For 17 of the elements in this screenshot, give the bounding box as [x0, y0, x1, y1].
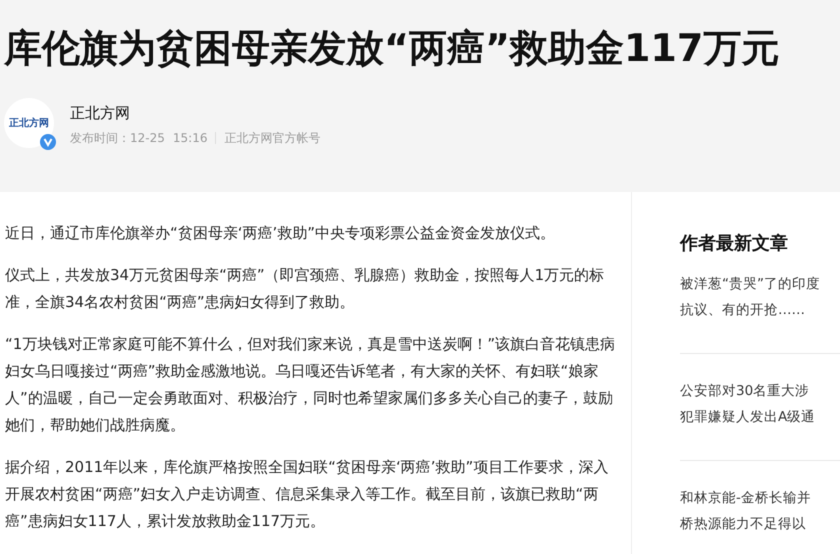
article-link-line[interactable]: 被洋葱“贵哭”了的印度: [680, 271, 820, 297]
article-link-line[interactable]: 公安部对30名重大涉: [680, 378, 810, 404]
logo-text: 正北方网: [9, 116, 49, 130]
article-link-line[interactable]: 抗议、有的开抢……: [680, 297, 805, 323]
article-paragraph: “1万块钱对正常家庭可能不算什么，但对我们家来说，真是雪中送炭啊！”该旗白音花镇患病妇女乌日嘎接过“两癌”救助金感激地说。乌日嘎还告诉笔者，有大家的关怀、有妇联“娘家人”的温暖，自己一定会勇敢面对、积极治疗，同时也希望家属们多多关心自己的妻子，鼓励她们，帮助她们战胜病魔。: [5, 334, 616, 436]
article-paragraph: 近日，通辽市库伦旗举办“贫困母亲‘两癌’救助”中央专项彩票公益金资金发放仪式。: [5, 223, 556, 244]
author-name[interactable]: 正北方网: [70, 102, 320, 124]
article-paragraph: 据介绍，2011年以来，库伦旗严格按照全国妇联“贫困母亲‘两癌’救助”项目工作要求，深入开展农村贫困“两癌”妇女入户走访调查、信息采集录入等工作。截至目前，该旗已救助“两癌”患病妇女117人，累计发放救助金117万元。: [5, 457, 610, 532]
sidebar-heading: 作者最新文章: [680, 232, 789, 256]
article-paragraph: 仪式上，共发放34万元贫困母亲“两癌”（即宫颈癌、乳腺癌）救助金，按照每人1万元的标准，全旗34名农村贫困“两癌”患病妇女得到了救助。: [5, 265, 606, 313]
article-link-line[interactable]: 和林京能-金桥长输并: [680, 485, 811, 511]
account-label: 正北方网官方帐号: [224, 130, 320, 146]
article-link-line[interactable]: 桥热源能力不足得以: [680, 511, 806, 537]
article-link-line[interactable]: 犯罪嫌疑人发出A级通: [680, 404, 816, 430]
article-title: 库伦旗为贫困母亲发放“两癌”救助金117万元: [4, 25, 780, 72]
publish-time: 15:16: [172, 130, 208, 146]
publish-date: 发布时间：12-25: [70, 130, 165, 146]
